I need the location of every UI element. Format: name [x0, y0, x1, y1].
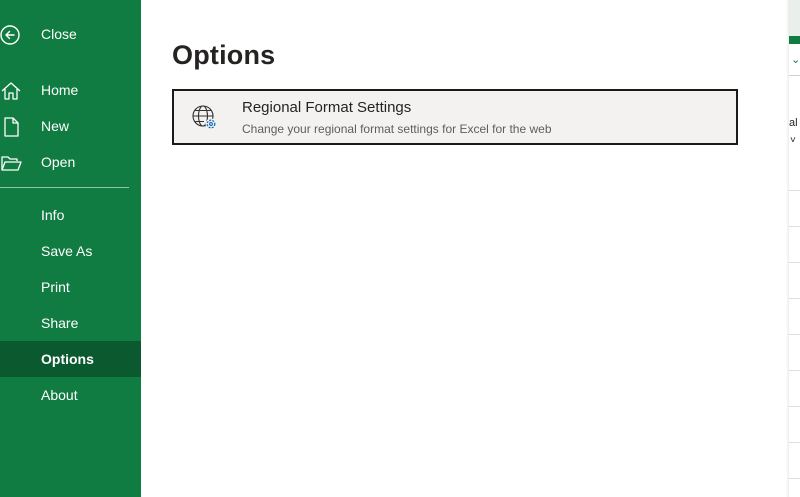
nav-info[interactable]: Info: [0, 197, 141, 233]
dropdown-caret-icon: ˅: [790, 135, 796, 146]
nav-print[interactable]: Print: [0, 269, 141, 305]
nav-about-label: About: [41, 387, 78, 403]
nav-print-label: Print: [41, 279, 70, 295]
ribbon-tab-indicator: [789, 36, 800, 44]
nav-save-as-label: Save As: [41, 243, 93, 259]
new-document-icon: [4, 117, 19, 137]
ribbon-separator: [789, 75, 800, 76]
backstage-nav: Close Home New Open Info Save As Print S…: [0, 0, 141, 497]
nav-new[interactable]: New: [0, 108, 141, 144]
nav-open-label: Open: [41, 154, 76, 170]
chevron-down-icon: ⌄: [791, 54, 800, 66]
back-arrow-icon: [0, 25, 20, 45]
grid-line: [789, 298, 800, 299]
grid-line: [789, 262, 800, 263]
nav-close[interactable]: Close: [0, 16, 141, 52]
underlying-workbook-peek: ⌄ al ˅: [789, 0, 800, 497]
ribbon-text-fragment: al: [789, 117, 798, 129]
nav-open[interactable]: Open: [0, 144, 141, 180]
nav-home[interactable]: Home: [0, 72, 141, 108]
grid-line: [789, 370, 800, 371]
nav-close-label: Close: [41, 26, 77, 42]
grid-line: [789, 226, 800, 227]
grid-line: [789, 334, 800, 335]
folder-open-icon: [1, 156, 22, 171]
ribbon-strip: [789, 0, 800, 36]
grid-line: [789, 190, 800, 191]
regional-format-settings-button[interactable]: Regional Format Settings Change your reg…: [172, 89, 738, 145]
grid-line: [789, 478, 800, 479]
nav-info-label: Info: [41, 207, 65, 223]
nav-save-as[interactable]: Save As: [0, 233, 141, 269]
grid-line: [789, 442, 800, 443]
nav-options-label: Options: [41, 351, 94, 367]
nav-share-label: Share: [41, 315, 79, 331]
nav-home-label: Home: [41, 82, 79, 98]
card-title: Regional Format Settings: [242, 99, 412, 116]
nav-divider: [0, 187, 129, 188]
nav-about[interactable]: About: [0, 377, 141, 413]
page-title: Options: [172, 40, 276, 70]
nav-options[interactable]: Options: [0, 341, 141, 377]
card-description: Change your regional format settings for…: [242, 122, 552, 136]
globe-settings-icon: [192, 105, 217, 130]
nav-share[interactable]: Share: [0, 305, 141, 341]
home-icon: [1, 82, 21, 100]
nav-new-label: New: [41, 118, 70, 134]
grid-line: [789, 406, 800, 407]
